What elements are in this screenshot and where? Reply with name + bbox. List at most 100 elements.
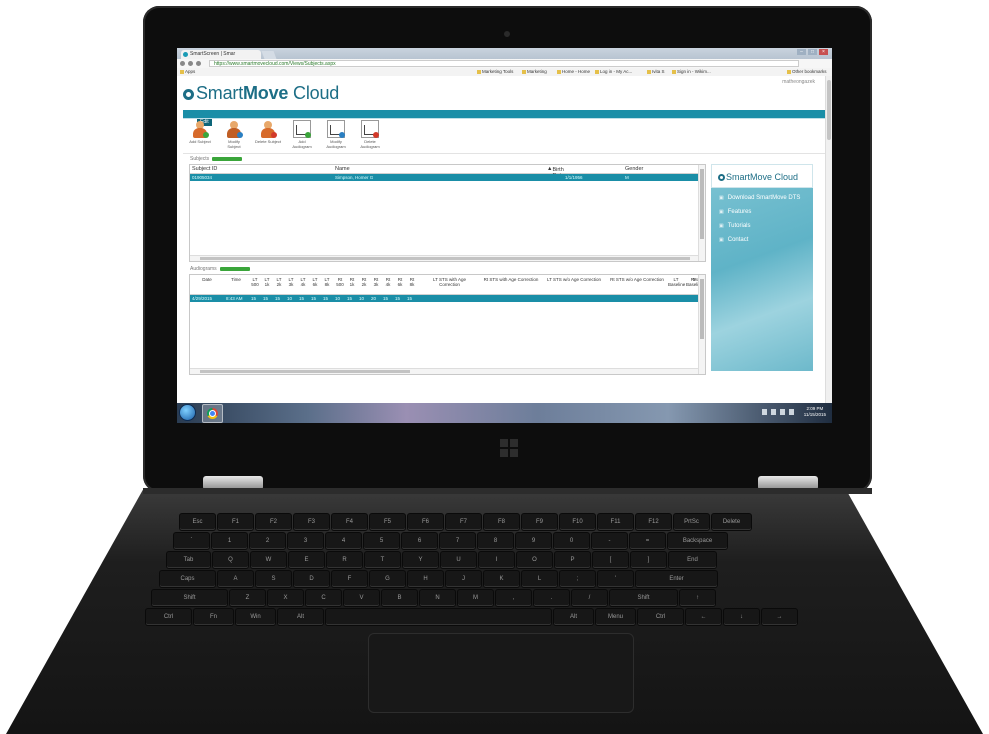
- subjects-vertical-scrollbar[interactable]: [698, 165, 705, 261]
- audiograms-status-badge: [219, 266, 250, 271]
- bookmark-item[interactable]: Log in - My Ac...: [595, 68, 632, 76]
- audiograms-grid-header: Date Time LT 500 LT 1k LT 2k LT 3k LT 4k LT 6k L…: [190, 275, 705, 295]
- table-row[interactable]: 01905034 Simpson, Homer G 1/1/1956 M: [190, 174, 698, 181]
- subjects-horizontal-scrollbar[interactable]: [190, 255, 698, 261]
- toolbar: Add Subject Modify Subject Delete Subjec…: [183, 120, 825, 154]
- cell-threshold: 15: [311, 296, 317, 301]
- modify-subject-button[interactable]: Modify Subject: [221, 120, 247, 149]
- keyboard-key: ,: [496, 590, 531, 606]
- keyboard-key: ←: [686, 609, 721, 625]
- audiogram-column-header[interactable]: Rt 8k: [407, 277, 417, 287]
- network-icon[interactable]: [771, 409, 776, 415]
- audiogram-column-header[interactable]: LT STS with Age Correction: [422, 277, 477, 287]
- keyboard-key: F9: [522, 514, 557, 530]
- new-tab-button[interactable]: [261, 51, 277, 59]
- browser-tabstrip: SmartScreen | Smar – □ ×: [177, 48, 832, 59]
- audiogram-column-header[interactable]: Date: [192, 277, 222, 282]
- column-birth-date[interactable]: ▲ Birth Date: [547, 166, 564, 179]
- audiogram-column-header[interactable]: LT 8k: [322, 277, 332, 287]
- keyboard-key: A: [218, 571, 253, 587]
- add-audiogram-button[interactable]: Add Audiogram: [289, 120, 315, 149]
- delete-subject-icon: [259, 120, 277, 138]
- cell-date: 4/29/2015: [192, 296, 213, 301]
- bookmark-item[interactable]: Marketing: [522, 68, 547, 76]
- start-button[interactable]: [180, 405, 195, 420]
- subjects-section-title: Subjects: [190, 156, 243, 162]
- audiograms-horizontal-scrollbar[interactable]: [190, 368, 698, 374]
- volume-icon[interactable]: [789, 409, 794, 415]
- cell-time: 8:43 AM: [226, 296, 243, 301]
- audiogram-column-header[interactable]: Rt 4k: [383, 277, 393, 287]
- keyboard-key: 5: [364, 533, 399, 549]
- keyboard-key: Enter: [636, 571, 717, 587]
- laptop-base-edge: [143, 488, 872, 494]
- keyboard-key: ;: [560, 571, 595, 587]
- touchpad: [368, 633, 634, 713]
- close-icon[interactable]: ×: [819, 49, 828, 55]
- audiogram-column-header[interactable]: Rt 3k: [371, 277, 381, 287]
- keyboard-key: 6: [402, 533, 437, 549]
- keyboard-key: =: [630, 533, 665, 549]
- sidebar-item-features[interactable]: Features: [719, 209, 752, 215]
- taskbar-clock[interactable]: 2:09 PM 11/15/2015: [804, 406, 826, 418]
- keyboard-key: B: [382, 590, 417, 606]
- keyboard-key: Shift: [152, 590, 227, 606]
- add-subject-button[interactable]: Add Subject: [187, 120, 213, 144]
- sidebar-item-download[interactable]: Download SmartMove DTS: [719, 195, 801, 201]
- cell-birth-date: 1/1/1956: [565, 175, 583, 180]
- audiogram-column-header[interactable]: Rt STS w/o Age Correction: [608, 277, 666, 282]
- audiogram-column-header[interactable]: LT 500: [250, 277, 260, 287]
- audiogram-column-header[interactable]: LT Baseline: [668, 277, 685, 287]
- audiogram-column-header[interactable]: LT 2k: [274, 277, 284, 287]
- logo-ring-icon: [718, 174, 725, 181]
- minimize-icon[interactable]: –: [797, 49, 806, 55]
- bookmark-item[interactable]: Apps: [180, 68, 195, 76]
- delete-audiogram-button[interactable]: Delete Audiogram: [357, 120, 383, 149]
- audiogram-column-header[interactable]: LT 6k: [310, 277, 320, 287]
- audiogram-column-header[interactable]: LT 4k: [298, 277, 308, 287]
- browser-tab[interactable]: SmartScreen | Smar: [181, 50, 261, 59]
- audiogram-column-header[interactable]: Rt 500: [335, 277, 345, 287]
- bookmark-item[interactable]: Marketing Tools: [477, 68, 513, 76]
- audiogram-column-header[interactable]: LT 1k: [262, 277, 272, 287]
- back-icon[interactable]: [180, 61, 185, 66]
- audiogram-column-header[interactable]: Time: [226, 277, 246, 282]
- keyboard-key: X: [268, 590, 303, 606]
- keyboard-key: F7: [446, 514, 481, 530]
- column-subject-id[interactable]: Subject ID: [192, 166, 217, 172]
- chrome-taskbar-button[interactable]: [202, 404, 223, 423]
- bookmark-item[interactable]: Sign in - Wikim...: [672, 68, 711, 76]
- audiogram-column-header[interactable]: LT 3k: [286, 277, 296, 287]
- audiograms-vertical-scrollbar[interactable]: [698, 275, 705, 374]
- modify-audiogram-button[interactable]: Modify Audiogram: [323, 120, 349, 149]
- audiogram-column-header[interactable]: Rt 6k: [395, 277, 405, 287]
- keyboard-key: →: [762, 609, 797, 625]
- table-row[interactable]: 4/29/2015 8:43 AM 15 15 15 10 15 15 15 10 15 10 20 15…: [190, 295, 698, 302]
- audiogram-column-header[interactable]: Rt 1k: [347, 277, 357, 287]
- sidebar-item-tutorials[interactable]: Tutorials: [719, 223, 751, 229]
- keyboard-key: F8: [484, 514, 519, 530]
- page-scrollbar[interactable]: [825, 76, 832, 403]
- delete-audiogram-icon: [361, 120, 379, 138]
- subjects-grid-header: Subject ID Name ▲ Birth Date Gender: [190, 165, 705, 179]
- audiogram-column-header[interactable]: LT STS w/o Age Correction: [545, 277, 603, 282]
- flag-icon[interactable]: [762, 409, 767, 415]
- user-name[interactable]: matheongazek: [782, 79, 815, 85]
- forward-icon[interactable]: [188, 61, 193, 66]
- column-gender[interactable]: Gender: [625, 166, 643, 172]
- bookmark-item[interactable]: Home - Home: [557, 68, 590, 76]
- audiogram-column-header[interactable]: Rt 2k: [359, 277, 369, 287]
- maximize-icon[interactable]: □: [808, 49, 817, 55]
- bookmark-item[interactable]: Other bookmarks: [787, 68, 827, 76]
- keyboard-key: Esc: [180, 514, 215, 530]
- url-input[interactable]: https://www.smartmovecloud.com/Views/Sub…: [209, 60, 799, 67]
- reload-icon[interactable]: [196, 61, 201, 66]
- delete-subject-button[interactable]: Delete Subject: [255, 120, 281, 144]
- bookmark-item[interactable]: Ivita S: [647, 68, 665, 76]
- sync-icon[interactable]: [780, 409, 785, 415]
- column-name[interactable]: Name: [335, 166, 350, 172]
- keyboard-key: F12: [636, 514, 671, 530]
- cell-threshold: 15: [407, 296, 413, 301]
- sidebar-item-contact[interactable]: Contact: [719, 237, 749, 243]
- audiogram-column-header[interactable]: Rt STS with Age Correction: [482, 277, 540, 282]
